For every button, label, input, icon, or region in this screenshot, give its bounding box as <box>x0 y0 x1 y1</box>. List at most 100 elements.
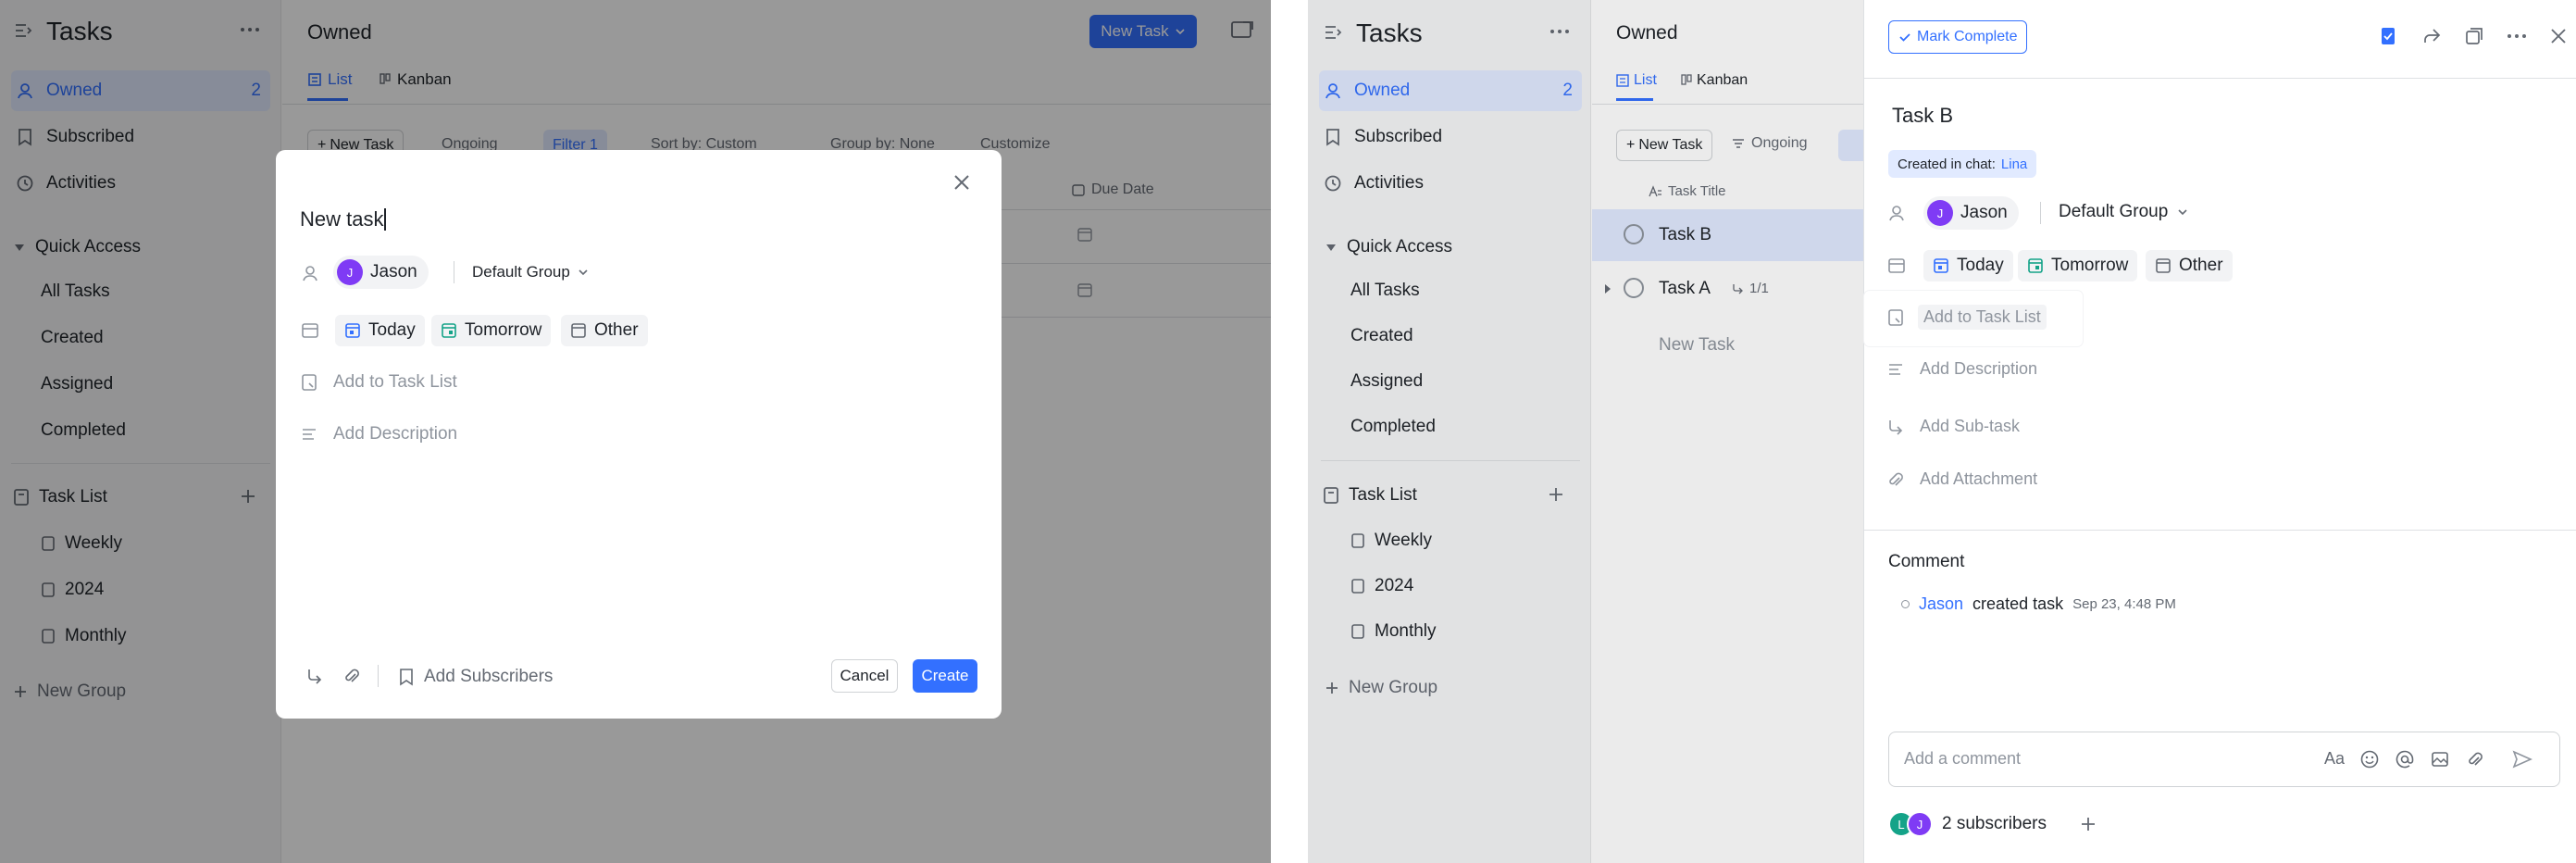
text-icon <box>1648 184 1662 198</box>
plus-icon <box>1325 681 1339 695</box>
more-icon[interactable] <box>1549 24 1571 39</box>
group-label: Default Group <box>2059 202 2169 221</box>
activity-entry: Jason created task Sep 23, 4:48 PM <box>1901 594 2176 614</box>
assignee-name: Jason <box>1960 203 2008 222</box>
add-attachment[interactable]: Add Attachment <box>1886 469 2037 489</box>
quick-item-created[interactable]: Created <box>1350 326 1413 346</box>
list-item-weekly[interactable]: Weekly <box>1350 531 1432 551</box>
date-tomorrow-chip[interactable]: Tomorrow <box>431 315 552 346</box>
chat-name-link[interactable]: Lina <box>2001 156 2027 172</box>
list-item-monthly[interactable]: Monthly <box>1350 621 1437 642</box>
list-item-2024[interactable]: 2024 <box>1350 576 1413 596</box>
new-task-row[interactable]: New Task <box>1659 335 1735 356</box>
group-selector[interactable]: Default Group <box>472 263 589 281</box>
mention-icon[interactable] <box>2395 749 2415 769</box>
calendar-icon <box>2155 257 2172 274</box>
assignee-chip[interactable]: J Jason <box>333 256 429 289</box>
add-subscriber-icon[interactable] <box>2079 815 2097 833</box>
attachment-icon[interactable] <box>342 667 361 685</box>
description-icon <box>300 425 318 444</box>
add-task-list-icon[interactable] <box>1547 485 1565 504</box>
more-icon[interactable] <box>2507 30 2527 43</box>
left-screenshot: Tasks Owned 2 Subscribed Activities Quic… <box>0 0 1271 863</box>
close-icon[interactable] <box>2549 27 2568 45</box>
open-in-window-icon[interactable] <box>2464 26 2484 46</box>
caret-right-icon[interactable] <box>1603 283 1612 294</box>
task-list-icon <box>1323 486 1339 505</box>
created-in-chat-badge[interactable]: Created in chat: Lina <box>1888 150 2037 178</box>
bookmark-filled-icon[interactable] <box>2379 26 2397 46</box>
table-row[interactable]: Task B <box>1592 209 1870 261</box>
tab-label: Kanban <box>1697 72 1748 88</box>
divider <box>2040 202 2041 224</box>
mark-complete-button[interactable]: Mark Complete <box>1888 20 2028 54</box>
filter-ongoing[interactable]: Ongoing <box>1731 135 1808 152</box>
person-icon <box>300 263 320 283</box>
list-icon <box>1350 578 1365 594</box>
today-icon <box>344 322 361 339</box>
quick-item-completed[interactable]: Completed <box>1350 417 1436 437</box>
tomorrow-icon <box>2027 257 2044 274</box>
table-row[interactable]: Task A 1/1 <box>1592 263 1870 315</box>
share-icon[interactable] <box>2421 26 2442 46</box>
date-other-chip[interactable]: Other <box>561 315 648 346</box>
add-description[interactable]: Add Description <box>300 424 457 444</box>
calendar-icon <box>1886 256 1907 276</box>
task-title: Task A <box>1659 279 1711 298</box>
quick-item-all-tasks[interactable]: All Tasks <box>1350 281 1420 301</box>
send-icon[interactable] <box>2511 749 2533 769</box>
add-subtask[interactable]: Add Sub-task <box>1886 417 2020 436</box>
task-list-header[interactable]: Task List <box>1323 485 1417 506</box>
list-label: 2024 <box>1375 576 1414 595</box>
emoji-icon[interactable] <box>2359 749 2380 769</box>
sidebar-item-subscribed[interactable]: Subscribed <box>1319 117 1578 157</box>
text-format-icon[interactable]: Aa <box>2324 749 2345 769</box>
date-today-chip[interactable]: Today <box>1923 250 2013 281</box>
divider <box>1864 78 2576 79</box>
add-description-label: Add Description <box>1920 359 2038 378</box>
comment-input[interactable]: Add a comment Aa <box>1888 732 2560 787</box>
activity-user-link[interactable]: Jason <box>1919 594 1963 614</box>
add-description[interactable]: Add Description <box>1886 359 2037 379</box>
today-icon <box>1933 257 1949 274</box>
date-other-chip[interactable]: Other <box>2146 250 2233 281</box>
page-title: Owned <box>1616 22 1678 44</box>
collapse-sidebar-icon[interactable] <box>1323 22 1343 43</box>
quick-access-header[interactable]: Quick Access <box>1325 237 1452 257</box>
group-selector[interactable]: Default Group <box>2059 202 2188 222</box>
assignee-chip[interactable]: J Jason <box>1923 196 2019 230</box>
close-icon[interactable] <box>952 172 972 193</box>
checkbox-circle[interactable] <box>1624 224 1644 244</box>
sidebar-item-owned[interactable]: Owned 2 <box>1319 70 1582 111</box>
task-title-value: New task <box>300 207 384 231</box>
task-title-input[interactable]: New task <box>300 207 387 231</box>
create-button[interactable]: Create <box>913 659 977 693</box>
add-subscribers-button[interactable]: Add Subscribers <box>398 667 553 687</box>
tab-list[interactable]: List <box>1616 72 1657 89</box>
calendar-icon <box>300 320 320 341</box>
date-tomorrow-chip[interactable]: Tomorrow <box>2018 250 2138 281</box>
list-view-icon <box>1616 74 1629 87</box>
sidebar-item-activities[interactable]: Activities <box>1319 163 1578 204</box>
divider <box>1321 460 1580 461</box>
image-icon[interactable] <box>2430 749 2450 769</box>
chip-label: Tomorrow <box>2051 256 2129 275</box>
date-today-chip[interactable]: Today <box>335 315 425 346</box>
subtask-icon[interactable] <box>305 667 324 685</box>
attachment-icon[interactable] <box>2465 749 2485 769</box>
subscribers-row[interactable]: L J 2 subscribers <box>1888 811 2047 837</box>
tab-kanban[interactable]: Kanban <box>1681 72 1748 89</box>
add-to-task-list[interactable]: Add to Task List <box>300 372 457 393</box>
right-screenshot: Tasks Owned 2 Subscribed Activities Quic… <box>1308 0 2576 863</box>
quick-item-assigned[interactable]: Assigned <box>1350 371 1423 392</box>
header-label: Task Title <box>1668 183 1726 199</box>
task-title[interactable]: Task B <box>1892 104 1953 128</box>
tomorrow-icon <box>441 322 457 339</box>
checkbox-circle[interactable] <box>1624 278 1644 298</box>
toolbar-new-task-button[interactable]: + New Task <box>1616 130 1713 161</box>
add-to-task-list[interactable]: Add to Task List <box>1886 305 2047 330</box>
cancel-button[interactable]: Cancel <box>831 659 898 693</box>
bookmark-icon <box>1323 127 1343 147</box>
add-to-task-list-label: Add to Task List <box>333 372 457 392</box>
new-group-button[interactable]: New Group <box>1325 678 1437 698</box>
